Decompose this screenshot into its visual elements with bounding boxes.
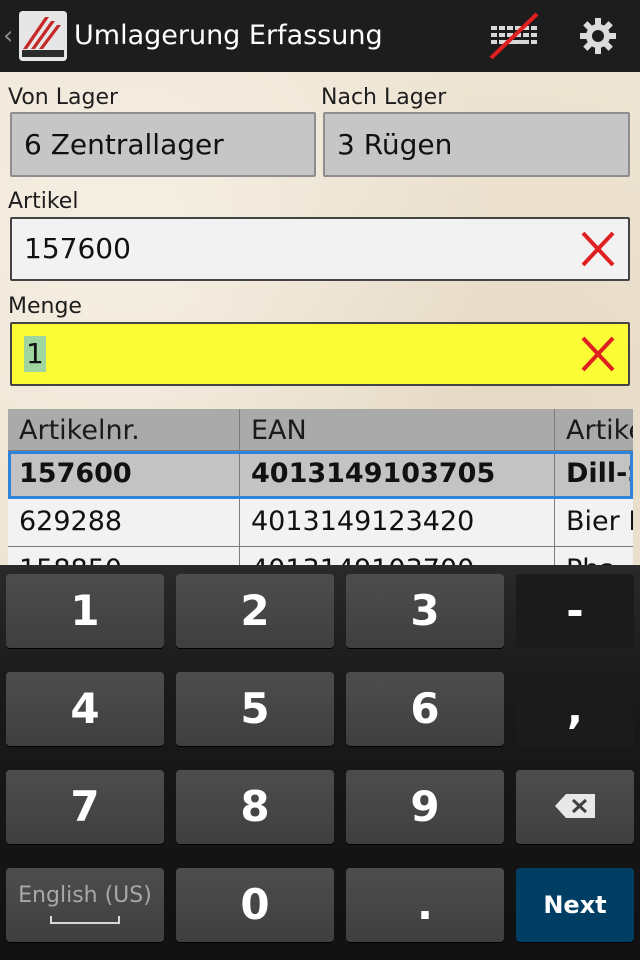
clear-artikel-icon[interactable] [580,229,616,269]
key-9[interactable]: 9 [346,770,504,844]
key-3[interactable]: 3 [346,574,504,648]
cell-artikel: Dill-S [555,451,633,499]
nach-lager-value: 3 Rügen [337,127,453,161]
table-header-row: Artikelnr. EAN Artikel [8,409,633,451]
table-row[interactable]: 629288 4013149123420 Bier B [8,499,633,547]
clear-menge-icon[interactable] [580,334,616,374]
menge-label: Menge [8,294,82,319]
cell-artikelnr: 157600 [8,451,240,499]
keyboard-off-icon[interactable] [487,12,543,62]
spacebar-icon [50,916,120,924]
action-bar: ‹ Umlagerung Erfassung [0,0,640,72]
key-period[interactable]: . [346,868,504,942]
cell-artikelnr: 158850 [8,547,240,565]
cell-artikelnr: 629288 [8,499,240,547]
next-key[interactable]: Next [516,868,634,942]
column-header-artikel[interactable]: Artikel [555,409,633,451]
language-space-key[interactable]: English (US) [6,868,164,942]
backspace-icon [555,794,595,818]
key-4[interactable]: 4 [6,672,164,746]
nach-lager-label: Nach Lager [321,85,447,110]
nach-lager-field[interactable]: 3 Rügen [323,112,630,177]
menge-input[interactable]: 1 [10,322,630,386]
menge-value: 1 [24,336,46,372]
key-6[interactable]: 6 [346,672,504,746]
key-5[interactable]: 5 [176,672,334,746]
backspace-key[interactable] [516,770,634,844]
language-label: English (US) [18,883,152,908]
table-row[interactable]: 158850 4013149103700 Pha [8,547,633,565]
company-logo-icon[interactable] [19,11,67,61]
key-1[interactable]: 1 [6,574,164,648]
cell-artikel: Bier B [555,499,633,547]
artikel-input[interactable]: 157600 [10,217,630,281]
form-area: Von Lager 6 Zentrallager Nach Lager 3 Rü… [0,72,640,565]
key-2[interactable]: 2 [176,574,334,648]
key-minus[interactable]: - [516,574,634,648]
screen-title: Umlagerung Erfassung [74,20,383,51]
numeric-keyboard: 1 2 3 - 4 5 6 , 7 8 9 English (US) 0 . N… [0,565,640,960]
table-row[interactable]: 157600 4013149103705 Dill-S [8,451,633,499]
von-lager-field[interactable]: 6 Zentrallager [10,112,316,177]
von-lager-value: 6 Zentrallager [24,127,224,161]
up-navigation-icon[interactable]: ‹ [3,20,13,52]
key-8[interactable]: 8 [176,770,334,844]
column-header-artikelnr[interactable]: Artikelnr. [8,409,240,451]
artikel-label: Artikel [8,189,79,214]
artikel-value: 157600 [24,232,131,265]
gear-icon[interactable] [578,16,618,56]
key-comma[interactable]: , [516,672,634,746]
cell-artikel: Pha [555,547,633,565]
key-0[interactable]: 0 [176,868,334,942]
key-7[interactable]: 7 [6,770,164,844]
column-header-ean[interactable]: EAN [240,409,555,451]
article-table[interactable]: Artikelnr. EAN Artikel 157600 4013149103… [8,409,633,565]
cell-ean: 4013149103705 [240,451,555,499]
cell-ean: 4013149123420 [240,499,555,547]
von-lager-label: Von Lager [8,85,119,110]
cell-ean: 4013149103700 [240,547,555,565]
